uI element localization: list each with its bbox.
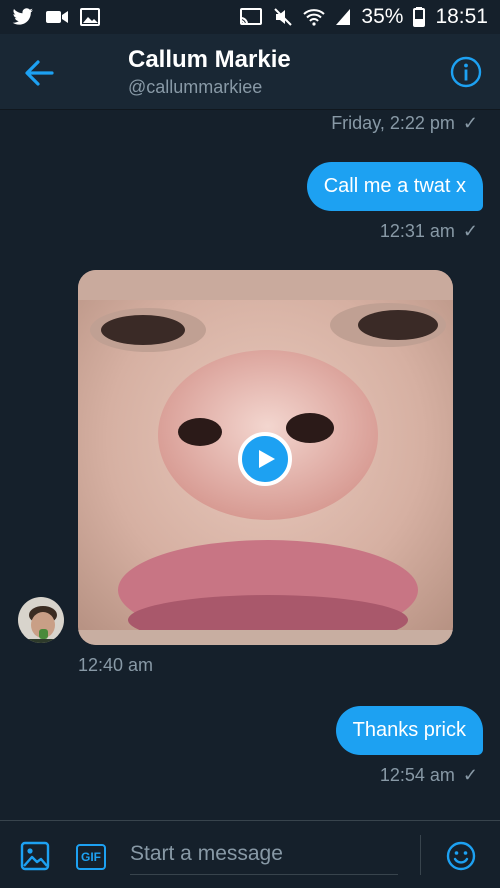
- play-button[interactable]: [238, 432, 292, 486]
- message-timestamp: 12:54 am ✓: [379, 765, 478, 785]
- image-icon: [80, 8, 100, 26]
- message-timestamp: Friday, 2:22 pm ✓: [331, 113, 478, 133]
- read-receipt-icon: ✓: [462, 113, 478, 133]
- outgoing-message-bubble[interactable]: Thanks prick: [335, 706, 483, 755]
- status-left: [12, 8, 100, 26]
- gif-button[interactable]: GIF: [76, 844, 106, 870]
- signal-icon: [336, 9, 351, 25]
- read-receipt-icon: ✓: [462, 221, 478, 241]
- message-timestamp: 12:31 am ✓: [379, 221, 478, 241]
- message-input[interactable]: [130, 833, 398, 875]
- twitter-icon: [12, 8, 33, 25]
- read-receipt-icon: ✓: [462, 765, 478, 785]
- clock: 18:51: [435, 5, 488, 28]
- conversation-header: Callum Markie @callummarkiee: [0, 34, 500, 110]
- battery-icon: [413, 7, 426, 27]
- battery-percent: 35%: [361, 5, 404, 28]
- outgoing-message-bubble[interactable]: Call me a twat x: [306, 162, 483, 211]
- avatar[interactable]: [16, 595, 66, 645]
- contact-name: Callum Markie: [128, 46, 291, 73]
- back-arrow-icon[interactable]: [22, 56, 56, 90]
- status-right: 35% 18:51: [239, 5, 488, 29]
- mute-icon: [274, 8, 293, 26]
- contact-info[interactable]: Callum Markie @callummarkiee: [128, 46, 291, 98]
- avatar-image: [18, 597, 64, 643]
- status-bar: 35% 18:51: [0, 0, 500, 34]
- cast-icon: [240, 8, 263, 25]
- wifi-icon: [303, 9, 326, 26]
- play-icon: [259, 450, 275, 468]
- message-timestamp: 12:40 am: [78, 655, 154, 675]
- info-icon[interactable]: [450, 56, 482, 88]
- contact-handle: @callummarkiee: [128, 77, 263, 97]
- divider: [420, 835, 421, 875]
- message-composer: GIF: [0, 820, 500, 888]
- video-icon: [46, 11, 68, 23]
- image-icon[interactable]: [20, 841, 50, 871]
- emoji-icon[interactable]: [446, 841, 476, 871]
